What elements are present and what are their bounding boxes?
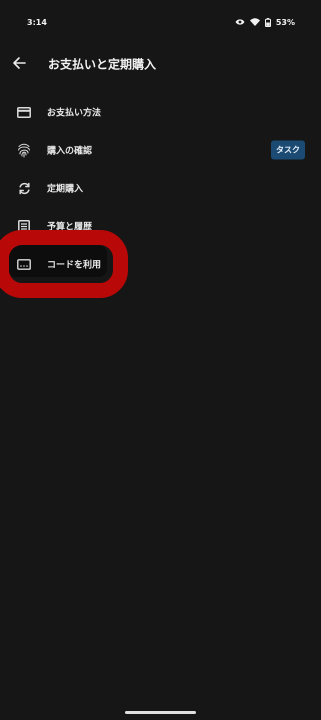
menu-item-label: 予算と履歴 (47, 222, 93, 233)
menu-item-label: コードを利用 (47, 260, 102, 271)
menu-item-label: 定期購入 (47, 184, 84, 195)
menu-item-label: 購入の確認 (47, 146, 93, 157)
battery-percent: 53% (275, 17, 295, 27)
gesture-nav-handle[interactable] (125, 711, 196, 714)
battery-icon (264, 17, 271, 27)
menu-item-label: お支払い方法 (47, 108, 102, 119)
settings-menu: お支払い方法 購入の確認 タスク 定期購入 予算と履歴 コードを利用 (0, 93, 321, 283)
app-bar: お支払いと定期購入 (0, 44, 321, 84)
menu-item-payment-methods[interactable]: お支払い方法 (0, 93, 321, 131)
back-button[interactable] (10, 55, 28, 73)
menu-item-purchase-verification[interactable]: 購入の確認 タスク (0, 131, 321, 169)
refresh-icon (16, 180, 32, 196)
page-title: お支払いと定期購入 (48, 57, 157, 72)
status-icons: 53% (235, 17, 295, 27)
credit-card-icon (16, 104, 32, 120)
fingerprint-icon (16, 142, 32, 158)
eye-icon (235, 18, 245, 26)
menu-item-budget-history[interactable]: 予算と履歴 (0, 207, 321, 245)
menu-item-subscriptions[interactable]: 定期購入 (0, 169, 321, 207)
list-icon (16, 218, 32, 234)
arrow-left-icon (12, 55, 26, 74)
status-bar: 3:14 53% (0, 0, 321, 44)
redeem-code-icon (16, 256, 32, 272)
status-time: 3:14 (27, 17, 47, 27)
task-badge[interactable]: タスク (271, 140, 305, 160)
wifi-icon (249, 18, 260, 26)
menu-item-redeem-code[interactable]: コードを利用 (0, 245, 321, 283)
